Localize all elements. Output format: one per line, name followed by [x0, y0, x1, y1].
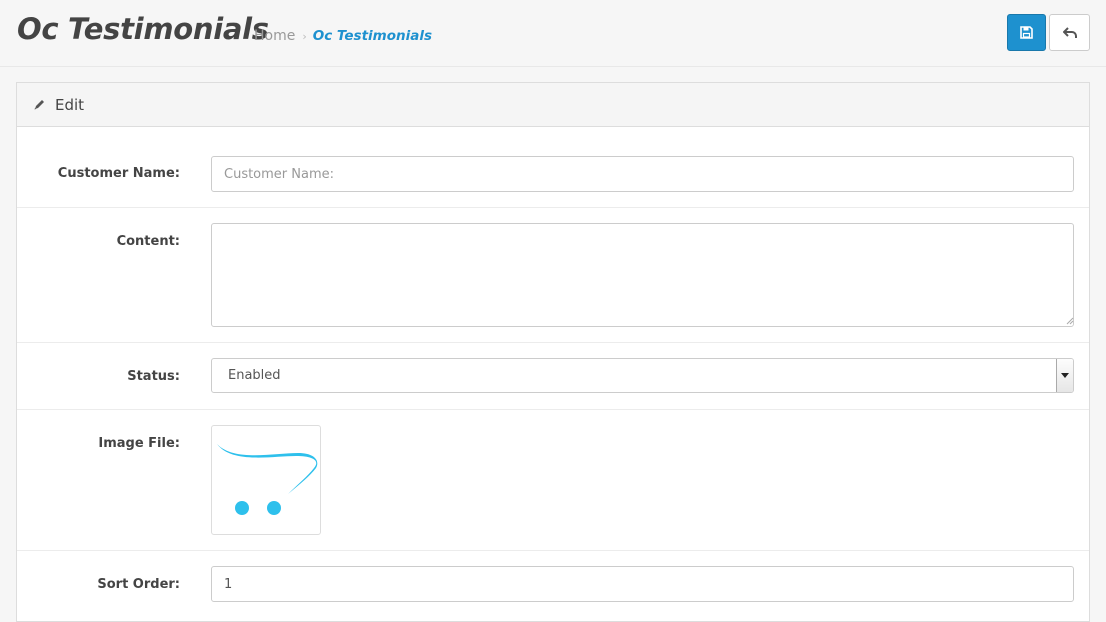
floppy-disk-icon	[1020, 26, 1033, 39]
page-header: Oc Testimonials Home › Oc Testimonials	[0, 0, 1106, 67]
breadcrumb-separator: ›	[302, 29, 307, 43]
breadcrumb-home-link[interactable]: Home	[254, 28, 295, 44]
breadcrumb-current-link[interactable]: Oc Testimonials	[313, 28, 432, 44]
customer-name-row: Customer Name:	[17, 126, 1089, 208]
content-row: Content:	[17, 208, 1089, 343]
pencil-icon	[34, 100, 44, 110]
content-textarea[interactable]	[211, 223, 1074, 327]
status-select[interactable]: Enabled	[211, 358, 1074, 393]
customer-name-input[interactable]	[211, 156, 1074, 192]
reply-arrow-icon	[1062, 26, 1077, 38]
image-file-label: Image File:	[98, 436, 180, 451]
page-title: Oc Testimonials	[17, 12, 269, 46]
status-row: Status: Enabled	[17, 343, 1089, 410]
sort-order-input[interactable]	[211, 566, 1074, 602]
edit-panel: Edit Customer Name: Content: Status: Ena…	[16, 82, 1090, 622]
chevron-down-icon	[1061, 373, 1069, 378]
resize-grip-icon[interactable]	[1066, 317, 1074, 325]
back-button[interactable]	[1049, 14, 1090, 51]
customer-name-label: Customer Name:	[57, 166, 180, 181]
panel-heading-label: Edit	[55, 95, 85, 114]
content-label: Content:	[116, 234, 180, 249]
status-selected-value: Enabled	[228, 368, 281, 383]
image-row: Image File:	[17, 410, 1089, 551]
select-arrow-button[interactable]	[1056, 359, 1073, 392]
status-label: Status:	[127, 369, 180, 384]
save-button[interactable]	[1007, 14, 1046, 51]
sort-order-row: Sort Order:	[17, 551, 1089, 621]
breadcrumb: Home › Oc Testimonials	[254, 28, 432, 44]
image-thumbnail[interactable]	[211, 425, 321, 535]
panel-heading: Edit	[17, 83, 1089, 127]
opencart-cart-logo-icon	[217, 444, 318, 515]
sort-order-label: Sort Order:	[97, 577, 180, 592]
